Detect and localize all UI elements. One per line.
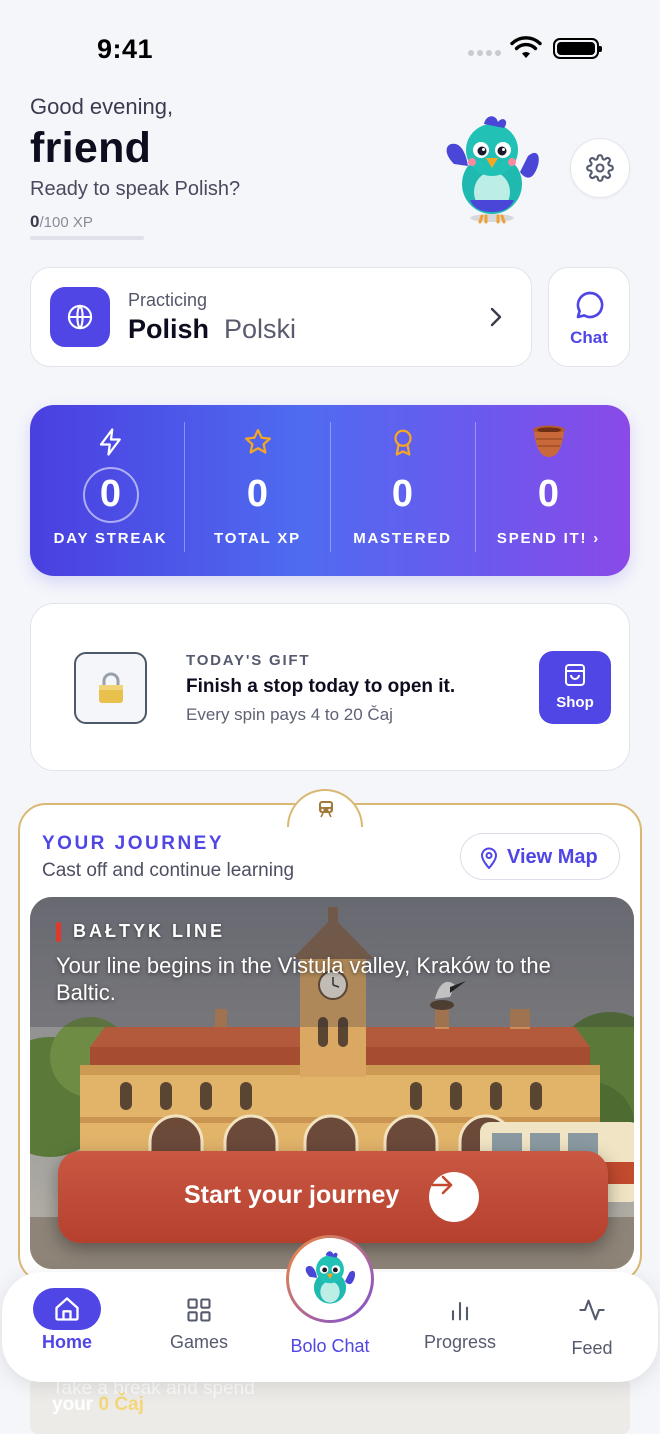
tab-feed-label: Feed: [571, 1338, 613, 1358]
arrow-right-icon: [431, 1175, 453, 1195]
battery-icon: [553, 38, 602, 59]
settings-button[interactable]: [570, 138, 630, 198]
todays-gift-card: TODAY'S GIFT Finish a stop today to open…: [30, 603, 630, 771]
tab-games-label: Games: [169, 1332, 229, 1352]
line-color-marker: [56, 921, 61, 942]
stat-value: 0: [99, 473, 122, 515]
chevron-right-icon: [490, 307, 502, 327]
stat-total-xp: 0 TOTAL XP: [185, 405, 330, 576]
shop-button[interactable]: Shop: [539, 651, 611, 724]
pot-icon: [532, 425, 565, 457]
xp-counter: 0/100 XP: [30, 212, 93, 232]
tab-games[interactable]: Games: [156, 1272, 242, 1382]
activity-icon: [579, 1299, 605, 1321]
view-map-button[interactable]: View Map: [460, 833, 620, 880]
journey-subtitle: Cast off and continue learning: [42, 860, 295, 881]
signal-icon: [468, 50, 501, 56]
chai-balance: 0 Čaj: [98, 1394, 144, 1415]
chat-button[interactable]: Chat: [548, 267, 630, 367]
shop-label: Shop: [556, 694, 594, 711]
practicing-language-card[interactable]: Practicing Polish Polski: [30, 267, 532, 367]
grid-icon: [187, 1298, 211, 1322]
globe-icon: [67, 304, 93, 330]
gift-lock-box: [74, 652, 147, 724]
spend-chai-card: Take a break and spend your 0 Čaj: [30, 1378, 630, 1434]
bird-avatar-icon: [305, 1251, 356, 1304]
xp-progress-bar: [30, 236, 144, 240]
home-pill: [33, 1288, 101, 1330]
gift-title: TODAY'S GIFT: [186, 652, 311, 669]
start-journey-button[interactable]: Start your journey: [58, 1151, 608, 1243]
bar-chart-icon: [451, 1301, 469, 1321]
stat-caption: MASTERED: [353, 530, 452, 547]
stat-value: 0: [537, 473, 560, 515]
journey-description: Your line begins in the Vistula valley, …: [56, 953, 551, 1005]
stat-mastered: 0 MASTERED: [330, 405, 475, 576]
stats-card: 0 DAY STREAK 0 TOTAL XP 0 MASTERED 0 SPE…: [30, 405, 630, 576]
journey-title: YOUR JOURNEY: [42, 833, 225, 854]
stat-caption: TOTAL XP: [214, 530, 301, 547]
tab-feed[interactable]: Feed: [547, 1272, 637, 1382]
journey-tab: [287, 789, 363, 827]
shopping-bag-icon: [565, 664, 585, 686]
map-pin-icon: [480, 847, 498, 869]
line-badge: BAŁTYK LINE: [56, 921, 225, 942]
home-icon: [55, 1297, 79, 1321]
greeting-text: Good evening,: [30, 94, 174, 119]
start-arrow-circle: [429, 1172, 479, 1222]
gear-icon: [586, 154, 614, 182]
star-icon: [244, 429, 271, 454]
lock-icon: [98, 672, 123, 703]
spend-chai-prefix: your: [52, 1394, 94, 1415]
chat-bubble-icon: [576, 291, 604, 319]
spend-chai-line2: your 0 Čaj: [52, 1394, 144, 1416]
language-native-name: Polski: [224, 314, 297, 344]
stat-caption: DAY STREAK: [53, 530, 168, 547]
tab-home-label: Home: [41, 1332, 92, 1352]
medal-icon: [393, 429, 412, 456]
lightning-icon: [99, 428, 121, 456]
greeting-subtitle: Ready to speak Polish?: [30, 178, 241, 200]
start-journey-label: Start your journey: [184, 1181, 400, 1209]
journey-card: YOUR JOURNEY Cast off and continue learn…: [18, 789, 642, 1283]
wifi-icon: [510, 36, 542, 58]
practicing-label: Practicing: [128, 290, 208, 310]
status-bar: 9:41: [0, 0, 660, 96]
language-badge: [50, 287, 110, 347]
user-name: friend: [30, 124, 152, 172]
tab-bolo-chat-label: Bolo Chat: [290, 1336, 370, 1356]
stat-value: 0: [246, 473, 269, 515]
language-name: Polish: [128, 314, 210, 344]
bolo-chat-button[interactable]: [286, 1235, 374, 1323]
tab-home[interactable]: Home: [24, 1272, 110, 1382]
xp-total: /100 XP: [39, 214, 93, 231]
tram-icon: [319, 801, 333, 818]
stat-value: 0: [391, 473, 414, 515]
stat-caption: SPEND IT! ›: [496, 530, 601, 547]
status-time: 9:41: [97, 34, 154, 64]
gift-reward-text: Every spin pays 4 to 20 Čaj: [186, 705, 393, 724]
tab-progress[interactable]: Progress: [412, 1272, 508, 1382]
journey-scene-image: BAŁTYK LINE Your line begins in the Vist…: [30, 897, 634, 1269]
view-map-label: View Map: [507, 846, 598, 868]
tab-progress-label: Progress: [423, 1332, 497, 1352]
bird-mascot-icon: [446, 116, 539, 224]
chat-label: Chat: [570, 328, 608, 347]
spend-it-button[interactable]: 0 SPEND IT! ›: [476, 405, 621, 576]
line-name: BAŁTYK LINE: [73, 921, 225, 941]
gift-instruction: Finish a stop today to open it.: [186, 676, 456, 697]
stat-day-streak: 0 DAY STREAK: [38, 405, 183, 576]
